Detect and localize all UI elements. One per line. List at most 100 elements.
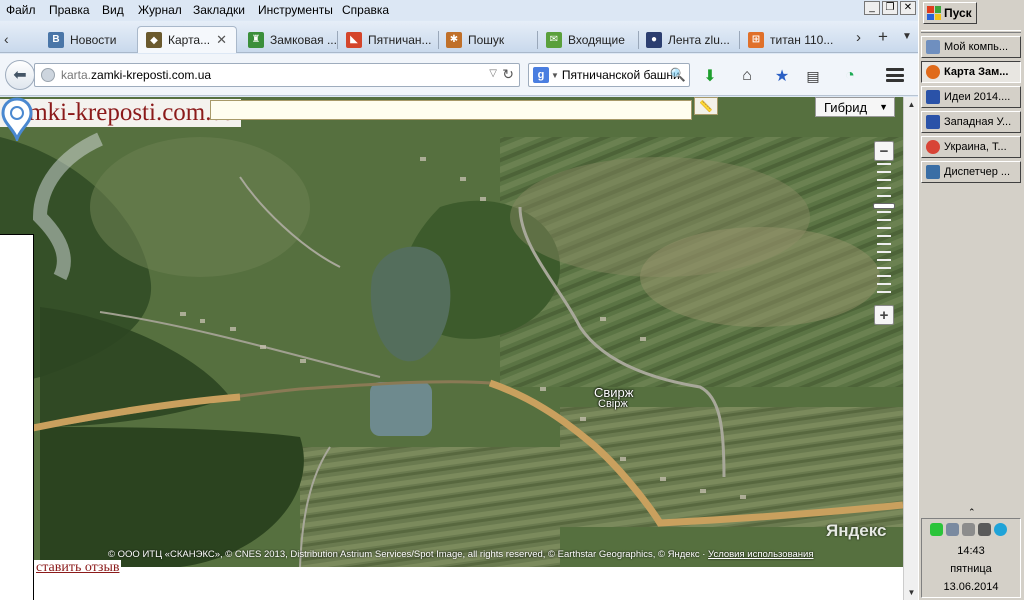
menu-file[interactable]: Файл bbox=[6, 3, 36, 17]
taskbar-item-word-ideas[interactable]: Идеи 2014.... bbox=[921, 86, 1021, 108]
menu-bookmarks[interactable]: Закладки bbox=[193, 3, 245, 17]
map-layer-select[interactable]: Гибрид ▼ bbox=[815, 97, 895, 117]
start-label: Пуск bbox=[944, 6, 972, 20]
tab-label: Входящие bbox=[568, 32, 625, 47]
menu-tools[interactable]: Инструменты bbox=[258, 3, 333, 17]
map-copyright: © ООО ИТЦ «СКАНЭКС», © CNES 2013, Distri… bbox=[108, 549, 896, 563]
map-search-input[interactable] bbox=[210, 100, 692, 120]
tab-map[interactable]: ◆ Карта... ✕ bbox=[137, 26, 237, 53]
tab-label: Карта... bbox=[168, 33, 211, 47]
restore-icon[interactable]: ❐ bbox=[882, 1, 898, 15]
url-bar[interactable]: karta. zamki-kreposti.com.ua ▽ ↻ bbox=[34, 63, 520, 87]
skype-icon[interactable] bbox=[994, 523, 1007, 536]
yandex-logo: Яндекс bbox=[826, 521, 887, 540]
taskbar-item-my-computer[interactable]: Мой компь... bbox=[921, 36, 1021, 58]
leave-review-link[interactable]: ставить отзыв bbox=[34, 560, 122, 576]
search-icon[interactable]: 🔍 bbox=[670, 67, 686, 83]
open-menu-button[interactable] bbox=[884, 66, 906, 84]
menu-bar: Файл Правка Вид Журнал Закладки Инструме… bbox=[0, 0, 918, 20]
clock-time[interactable]: 14:43 bbox=[922, 545, 1020, 557]
site-title[interactable]: zamki-kreposti.com.ua bbox=[0, 99, 242, 127]
taskbar-item-firefox[interactable]: Карта Зам... bbox=[921, 61, 1021, 83]
close-icon[interactable]: ✕ bbox=[900, 1, 916, 15]
back-button[interactable]: ⬅ bbox=[5, 60, 35, 90]
menu-help[interactable]: Справка bbox=[342, 3, 389, 17]
disk-icon[interactable] bbox=[962, 523, 975, 536]
tab-label: Пятничан... bbox=[368, 32, 432, 47]
tab-scroll-right-icon[interactable]: › bbox=[856, 29, 861, 46]
start-button[interactable]: Пуск bbox=[923, 2, 977, 24]
close-tab-icon[interactable]: ✕ bbox=[216, 32, 227, 48]
menu-view[interactable]: Вид bbox=[102, 3, 124, 17]
search-bar[interactable]: g ▼ Пятничанской башни 🔍 bbox=[528, 63, 690, 87]
word-icon bbox=[926, 115, 940, 129]
tab-scroll-left-icon[interactable]: ‹ bbox=[4, 31, 9, 47]
taskbar: Пуск Мой компь... Карта Зам... Идеи 2014… bbox=[918, 0, 1024, 600]
taskbar-item-label: Украина, Т... bbox=[944, 141, 1007, 153]
windows-icon: ⊞ bbox=[748, 31, 764, 48]
url-domain: zamki-kreposti.com.ua bbox=[91, 68, 212, 82]
show-hidden-icons-icon[interactable]: ⌃ bbox=[968, 507, 976, 518]
zoom-in-button[interactable]: + bbox=[874, 305, 894, 325]
bookmarks-list-icon[interactable]: ▤ bbox=[803, 66, 823, 86]
user-icon: ● bbox=[646, 31, 662, 48]
taskbar-divider bbox=[921, 30, 1021, 33]
globe-icon bbox=[41, 68, 55, 82]
volume-icon[interactable] bbox=[946, 523, 959, 536]
map-layer-value: Гибрид bbox=[824, 99, 868, 115]
tab-label: Пошук bbox=[468, 32, 505, 47]
taskbar-item-chrome[interactable]: Украина, Т... bbox=[921, 136, 1021, 158]
reload-icon[interactable]: ↻ bbox=[502, 66, 514, 83]
network-icon[interactable] bbox=[930, 523, 943, 536]
search-site-icon: ✱ bbox=[446, 31, 462, 48]
tab-label: титан 110... bbox=[770, 32, 834, 47]
usb-icon[interactable] bbox=[978, 523, 991, 536]
zoom-out-button[interactable]: − bbox=[874, 141, 894, 161]
taskbar-item-task-manager[interactable]: Диспетчер ... bbox=[921, 161, 1021, 183]
satellite-map[interactable]: zamki-kreposti.com.ua 📏 Гибрид ▼ − + Сви… bbox=[0, 97, 903, 567]
browser-window: Файл Правка Вид Журнал Закладки Инструме… bbox=[0, 0, 918, 600]
menu-history[interactable]: Журнал bbox=[138, 3, 182, 17]
tab-list-icon[interactable]: ▼ bbox=[902, 31, 912, 42]
chrome-icon bbox=[926, 140, 940, 154]
minimize-icon[interactable]: _ bbox=[864, 1, 880, 15]
ruler-icon[interactable]: 📏 bbox=[694, 97, 718, 115]
page-scrollbar[interactable]: ▲ ▼ bbox=[903, 97, 918, 600]
scroll-down-icon[interactable]: ▼ bbox=[904, 585, 918, 600]
url-prefix: karta. bbox=[61, 68, 92, 82]
castle-icon: ◆ bbox=[146, 32, 162, 48]
vk-icon: В bbox=[48, 31, 64, 48]
tab-label: Лента zlu... bbox=[668, 32, 730, 47]
taskbar-item-label: Карта Зам... bbox=[944, 66, 1009, 78]
tab-label: Замковая ... bbox=[270, 32, 336, 47]
zoom-slider-track[interactable] bbox=[877, 163, 891, 303]
page-content: zamki-kreposti.com.ua 📏 Гибрид ▼ − + Сви… bbox=[0, 97, 918, 600]
taskbar-item-word-west[interactable]: Западная У... bbox=[921, 111, 1021, 133]
scroll-up-icon[interactable]: ▲ bbox=[904, 97, 918, 112]
engine-dropdown-icon[interactable]: ▼ bbox=[551, 71, 559, 80]
menu-edit[interactable]: Правка bbox=[49, 3, 90, 17]
map-pin-icon[interactable] bbox=[0, 97, 34, 141]
download-icon[interactable]: ⬇ bbox=[700, 66, 720, 86]
taskbar-item-label: Идеи 2014.... bbox=[944, 91, 1011, 103]
tab-castle[interactable]: ♜ Замковая ... bbox=[240, 26, 336, 53]
tab-titan[interactable]: ⊞ титан 110... bbox=[740, 26, 844, 53]
bookmark-star-icon[interactable]: ★ bbox=[772, 66, 792, 86]
zoom-slider-handle[interactable] bbox=[873, 203, 895, 210]
tab-pyatnychany[interactable]: ◣ Пятничан... bbox=[338, 26, 438, 53]
tab-inbox[interactable]: ✉ Входящие bbox=[538, 26, 638, 53]
tab-search[interactable]: ✱ Пошук bbox=[438, 26, 536, 53]
search-input[interactable]: Пятничанской башни bbox=[562, 68, 680, 82]
new-tab-icon[interactable]: + bbox=[878, 27, 888, 47]
google-icon[interactable]: g bbox=[533, 67, 549, 83]
tab-news[interactable]: В Новости bbox=[40, 26, 136, 53]
windows-logo-icon bbox=[927, 6, 941, 20]
tab-feed[interactable]: ● Лента zlu... bbox=[638, 26, 738, 53]
history-dropdown-icon[interactable]: ▽ bbox=[489, 68, 497, 79]
terms-link[interactable]: Условия использования bbox=[708, 549, 813, 560]
sync-icon[interactable]: ◔ bbox=[840, 66, 860, 86]
map-imagery bbox=[0, 97, 903, 567]
home-icon[interactable]: ⌂ bbox=[737, 66, 757, 86]
clock-date: 13.06.2014 bbox=[943, 581, 999, 593]
place-label: Свірж bbox=[598, 398, 628, 410]
